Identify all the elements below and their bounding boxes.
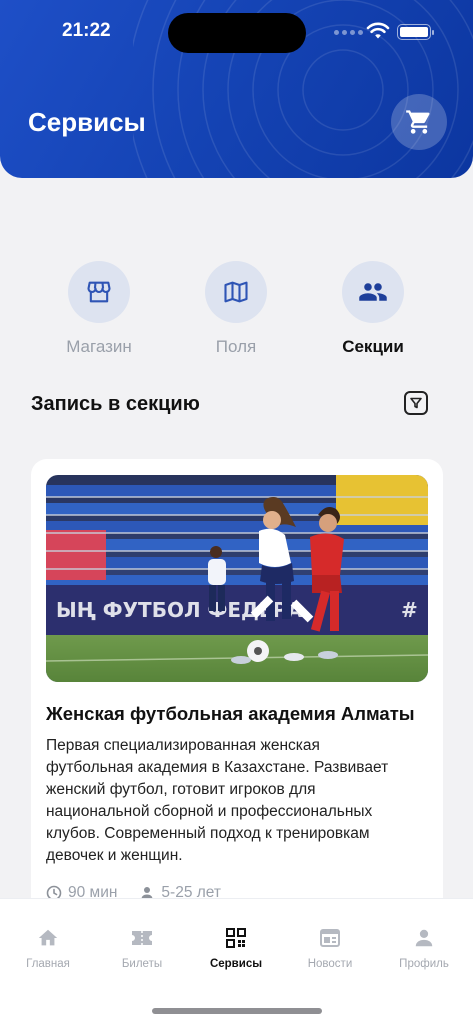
- category-store-circle: [68, 261, 130, 323]
- group-icon: [359, 283, 387, 301]
- category-sections-label: Секции: [342, 337, 404, 356]
- filter-button[interactable]: [404, 391, 428, 415]
- category-fields-circle: [205, 261, 267, 323]
- category-store-label: Магазин: [66, 337, 132, 356]
- section-card[interactable]: ЫҢ ФУТБОЛ ФЕДЕРА # Женская футбольная ак…: [31, 459, 443, 919]
- signal-icon: [334, 30, 363, 35]
- home-indicator: [152, 1008, 322, 1014]
- battery-icon: [397, 24, 434, 40]
- tab-news[interactable]: Новости: [285, 927, 375, 970]
- tab-news-label: Новости: [307, 958, 353, 970]
- section-title: Запись в секцию: [31, 393, 200, 415]
- ticket-icon: [132, 931, 152, 945]
- football-photo: ЫҢ ФУТБОЛ ФЕДЕРА #: [46, 475, 428, 682]
- page-title: Сервисы: [28, 107, 146, 137]
- filter-icon: [410, 397, 422, 409]
- card-description: Первая специализированная женская футбол…: [46, 737, 389, 864]
- card-photo: ЫҢ ФУТБОЛ ФЕДЕРА #: [46, 475, 428, 682]
- tab-bar: Главная Билеты Сервисы Новости Профиль: [0, 898, 473, 1024]
- category-sections[interactable]: Секции: [313, 261, 433, 357]
- tab-services-label: Сервисы: [209, 958, 263, 970]
- card-title: Женская футбольная академия Алматы: [46, 703, 415, 724]
- store-icon: [87, 281, 111, 303]
- home-icon: [38, 929, 58, 946]
- tab-home-label: Главная: [26, 958, 70, 970]
- tab-services[interactable]: Сервисы: [191, 927, 281, 970]
- tab-tickets-label: Билеты: [121, 958, 163, 970]
- category-sections-circle: [342, 261, 404, 323]
- category-fields-label: Поля: [215, 337, 257, 356]
- status-bar: 21:22: [0, 0, 473, 60]
- news-icon: [320, 929, 340, 947]
- category-fields[interactable]: Поля: [176, 261, 296, 357]
- tab-home[interactable]: Главная: [3, 927, 93, 970]
- category-store[interactable]: Магазин: [39, 261, 159, 357]
- dynamic-island: [168, 13, 306, 53]
- tab-profile-label: Профиль: [399, 958, 449, 970]
- cart-button[interactable]: [391, 94, 447, 150]
- map-icon: [224, 281, 248, 303]
- tab-tickets[interactable]: Билеты: [97, 927, 187, 970]
- tab-profile[interactable]: Профиль: [379, 927, 469, 970]
- services-icon: [226, 928, 246, 948]
- wifi-icon: [366, 22, 390, 39]
- profile-icon: [415, 929, 433, 947]
- status-time: 21:22: [62, 20, 111, 41]
- svg-text:#: #: [401, 598, 418, 622]
- cart-icon: [406, 110, 430, 134]
- header: 21:22 Сервисы: [0, 0, 473, 178]
